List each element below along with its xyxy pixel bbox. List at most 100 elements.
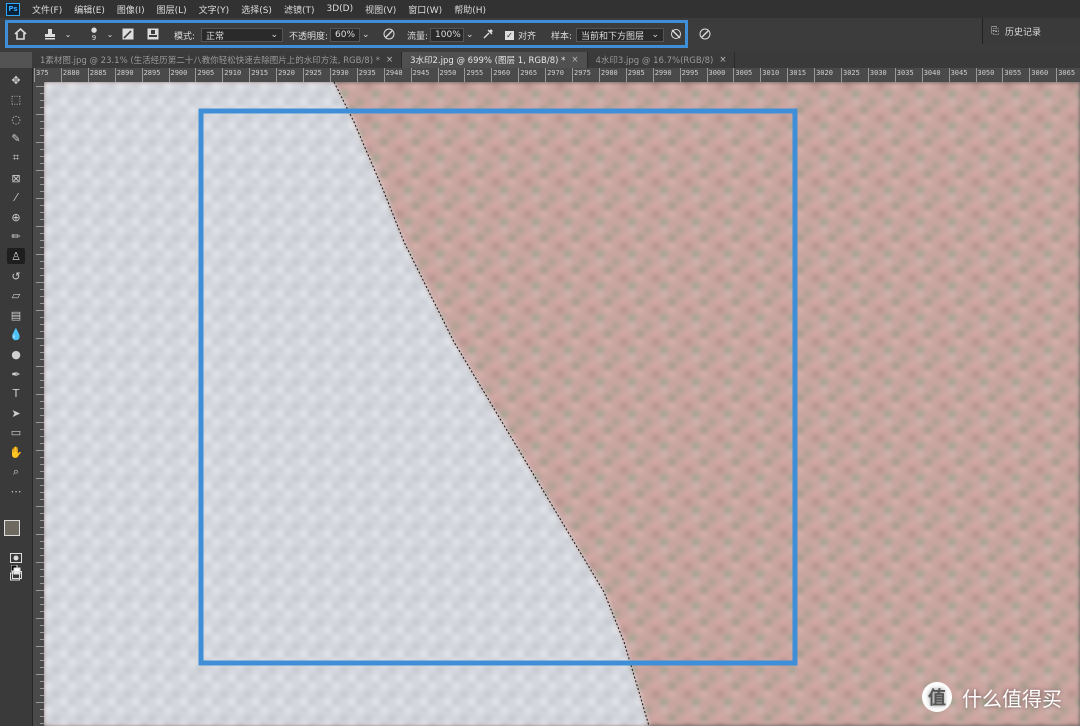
ruler-tick xyxy=(276,68,278,82)
crop-icon[interactable]: ⌗ xyxy=(7,150,25,166)
flow-input[interactable]: 100% xyxy=(430,28,465,42)
menu-layer[interactable]: 图层(L) xyxy=(151,3,193,16)
ruler-tick-label: 2930 xyxy=(331,69,349,77)
preset-chevron-down-icon[interactable]: ⌄ xyxy=(60,26,76,42)
vertical-ruler[interactable] xyxy=(32,82,44,726)
close-icon[interactable]: × xyxy=(719,55,726,65)
brush-settings-icon[interactable] xyxy=(120,26,136,42)
ruler-tick xyxy=(36,366,44,367)
pressure-opacity-icon[interactable] xyxy=(381,26,397,42)
menu-bar: Ps 文件(F) 编辑(E) 图像(I) 图层(L) 文字(Y) 选择(S) 滤… xyxy=(0,0,1080,18)
brush-icon[interactable]: ✏ xyxy=(7,229,25,245)
gradient-icon[interactable]: ▤ xyxy=(7,307,25,323)
path-select-icon[interactable]: ➤ xyxy=(7,405,25,421)
pen-icon[interactable]: ✒ xyxy=(7,366,25,382)
ruler-tick xyxy=(625,68,627,82)
menu-3d[interactable]: 3D(D) xyxy=(320,4,359,14)
canvas-area[interactable]: 值 什么值得买 xyxy=(44,82,1080,726)
ruler-tick xyxy=(36,534,44,535)
eraser-icon[interactable]: ▱ xyxy=(7,288,25,304)
mode-label: 模式: xyxy=(174,31,196,42)
brush-tip-icon: ● xyxy=(90,26,98,34)
more-icon[interactable]: ⋯ xyxy=(7,484,25,500)
ruler-tick xyxy=(36,478,44,479)
frame-icon[interactable]: ⊠ xyxy=(7,170,25,186)
menu-type[interactable]: 文字(Y) xyxy=(193,3,236,16)
healing-icon[interactable]: ⊕ xyxy=(7,209,25,225)
history-panel-tab[interactable]: ⎘ 历史记录 xyxy=(982,18,1080,44)
ruler-tick xyxy=(36,170,44,171)
clone-source-icon[interactable] xyxy=(145,26,161,42)
foreground-color-swatch[interactable] xyxy=(4,520,20,536)
ruler-tick xyxy=(114,68,116,82)
ruler-tick xyxy=(36,618,44,619)
menu-image[interactable]: 图像(I) xyxy=(111,3,151,16)
history-brush-icon[interactable]: ↺ xyxy=(7,268,25,284)
ruler-tick xyxy=(894,68,896,82)
sample-select[interactable]: 当前和下方图层 ⌄ xyxy=(576,28,665,42)
watermark-logo: 值 xyxy=(922,682,952,712)
marquee-icon[interactable]: ⬚ xyxy=(7,92,25,108)
tab-document-3[interactable]: 3水印2.jpg @ 699% (图层 1, RGB/8) * × xyxy=(402,52,588,68)
brush-chevron-down-icon[interactable]: ⌄ xyxy=(102,26,118,42)
blur-icon[interactable]: 💧 xyxy=(7,327,25,343)
zoom-icon[interactable]: ⌕ xyxy=(7,464,25,480)
align-checkbox[interactable]: ✓ xyxy=(505,30,514,40)
ruler-tick xyxy=(948,68,950,82)
menu-select[interactable]: 选择(S) xyxy=(235,3,278,16)
flow-chevron-icon[interactable]: ⌄ xyxy=(466,30,474,40)
screen-mode-icon[interactable] xyxy=(7,568,25,584)
tab-document-4[interactable]: 4水印3.jpg @ 16.7%(RGB/8) × xyxy=(588,52,736,68)
move-icon[interactable]: ✥ xyxy=(7,72,25,88)
ruler-tick-label: 2890 xyxy=(116,69,134,77)
menu-filter[interactable]: 滤镜(T) xyxy=(278,3,321,16)
quick-select-icon[interactable]: ✎ xyxy=(7,131,25,147)
home-icon[interactable] xyxy=(12,26,28,42)
ruler-tick xyxy=(1029,68,1031,82)
ruler-tick xyxy=(464,68,466,82)
pressure-size-icon[interactable] xyxy=(697,26,713,42)
rectangle-icon[interactable]: ▭ xyxy=(7,425,25,441)
menu-view[interactable]: 视图(V) xyxy=(359,3,402,16)
close-icon[interactable]: × xyxy=(571,55,578,65)
ruler-tick-label: 3040 xyxy=(923,69,941,77)
ruler-tick xyxy=(36,422,44,423)
hand-icon[interactable]: ✋ xyxy=(7,444,25,460)
align-label: 对齐 xyxy=(518,31,537,42)
opacity-chevron-icon[interactable]: ⌄ xyxy=(362,30,370,40)
ruler-tick xyxy=(36,562,44,563)
ruler-tick-label: 3005 xyxy=(735,69,753,77)
clone-stamp-preset-icon[interactable] xyxy=(42,26,58,42)
quick-mask-icon[interactable] xyxy=(7,550,25,566)
lasso-icon[interactable]: ◌ xyxy=(7,111,25,127)
ruler-tick xyxy=(652,68,654,82)
horizontal-ruler[interactable]: 375 2880 2885 2890 2895 2900 2905 2910 2915 2920 2… xyxy=(32,68,1080,82)
eyedropper-icon[interactable]: ⁄ xyxy=(7,190,25,206)
ruler-tick-label: 3030 xyxy=(869,69,887,77)
dodge-icon[interactable]: ● xyxy=(7,346,25,362)
brush-size-picker[interactable]: ● 9 xyxy=(86,26,102,42)
ignore-adjustment-layers-icon[interactable] xyxy=(668,26,684,42)
ruler-tick-label: 3020 xyxy=(816,69,833,77)
ruler-tick xyxy=(60,68,62,82)
opacity-input[interactable]: 60% xyxy=(330,28,361,42)
ruler-tick xyxy=(518,68,520,82)
airbrush-icon[interactable] xyxy=(480,26,496,42)
ruler-tick xyxy=(36,646,44,647)
menu-window[interactable]: 窗口(W) xyxy=(402,3,448,16)
clone-stamp-icon[interactable]: ♙ xyxy=(7,248,25,265)
ruler-tick-label: 2960 xyxy=(493,69,511,77)
tab-document-1[interactable]: 1素材图.jpg @ 23.1% (生活经历第二十八教你轻松快速去除图片上的水印… xyxy=(32,52,403,68)
menu-help[interactable]: 帮助(H) xyxy=(448,3,492,16)
ruler-tick-label: 2925 xyxy=(305,69,322,77)
ruler-tick xyxy=(36,114,44,115)
ruler-tick xyxy=(87,68,89,82)
ruler-tick xyxy=(867,68,869,82)
close-icon[interactable]: × xyxy=(386,55,393,65)
ruler-tick xyxy=(706,68,708,82)
menu-file[interactable]: 文件(F) xyxy=(26,3,68,16)
mode-select[interactable]: 正常 ⌄ xyxy=(201,28,284,42)
menu-edit[interactable]: 编辑(E) xyxy=(68,3,111,16)
ruler-tick xyxy=(36,674,44,675)
type-icon[interactable]: T xyxy=(7,386,25,402)
